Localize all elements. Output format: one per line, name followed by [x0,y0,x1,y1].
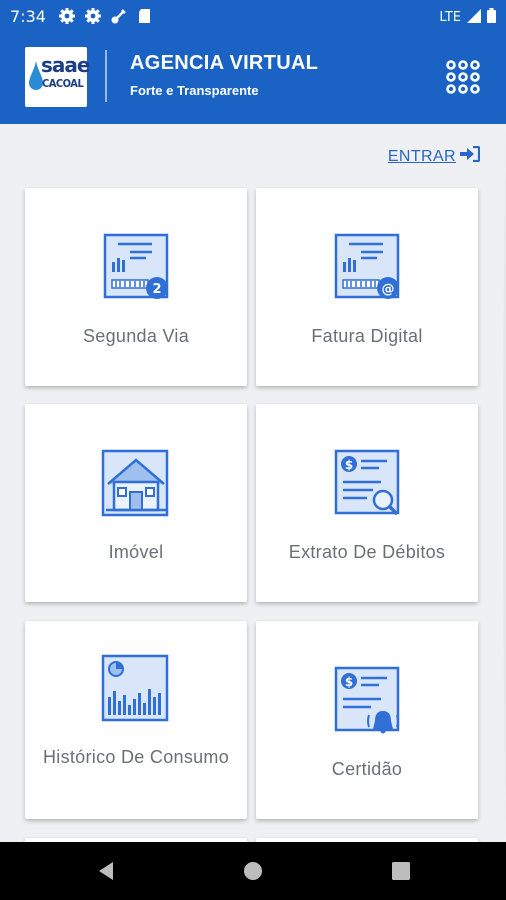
apps-grid-icon[interactable] [446,60,480,94]
invoice-copy-icon: 2 [100,232,172,304]
sd-card-icon [136,7,154,25]
tile-certidao[interactable]: $ Certidão [256,621,478,819]
scroll-edge [498,124,506,842]
signal-icon [467,8,481,27]
house-icon [100,448,172,520]
logo-sub: CACOAL [42,77,84,90]
tile-label: Extrato De Débitos [288,542,446,562]
app-header: 7:34 LTE saae CACOAL AGENCIA VIRTUAL For… [0,0,506,124]
back-icon[interactable] [95,860,117,882]
tile-imovel[interactable]: Imóvel [25,404,247,602]
consumption-chart-icon [100,653,172,725]
sign-in-icon [460,145,481,167]
certificate-alert-icon: $ [331,665,403,737]
login-link[interactable]: ENTRAR [387,145,481,167]
login-label: ENTRAR [387,147,456,165]
logo-brand: saae [41,53,90,77]
status-bar: 7:34 LTE [0,0,506,32]
gear-icon [84,7,102,25]
svg-text:$: $ [345,458,353,472]
tile-label: Fatura Digital [311,326,423,346]
tile-segunda-via[interactable]: 2 Segunda Via [25,188,247,386]
tile-label: Histórico De Consumo [42,747,230,767]
key-icon [110,7,128,25]
svg-text:$: $ [345,675,353,689]
status-time: 7:34 [10,7,46,26]
tile-label: Certidão [331,759,403,779]
tile-fatura-digital[interactable]: @ Fatura Digital [256,188,478,386]
svg-text:@: @ [382,282,395,297]
tile-label: Segunda Via [82,326,190,346]
debt-statement-icon: $ [331,448,403,520]
invoice-email-icon: @ [331,232,403,304]
page-subtitle: Forte e Transparente [130,83,259,98]
system-nav-bar [0,842,506,900]
home-icon[interactable] [242,860,264,882]
battery-icon [487,8,496,27]
header-divider [105,50,107,102]
recents-icon[interactable] [390,860,412,882]
svg-text:2: 2 [152,282,161,297]
page-title: AGENCIA VIRTUAL [130,52,319,74]
tile-extrato-debitos[interactable]: $ Extrato De Débitos [256,404,478,602]
network-type: LTE [439,10,461,25]
tile-historico-consumo[interactable]: Histórico De Consumo [25,621,247,819]
gear-icon [58,7,76,25]
saae-logo: saae CACOAL [25,47,90,107]
tile-label: Imóvel [108,542,164,562]
